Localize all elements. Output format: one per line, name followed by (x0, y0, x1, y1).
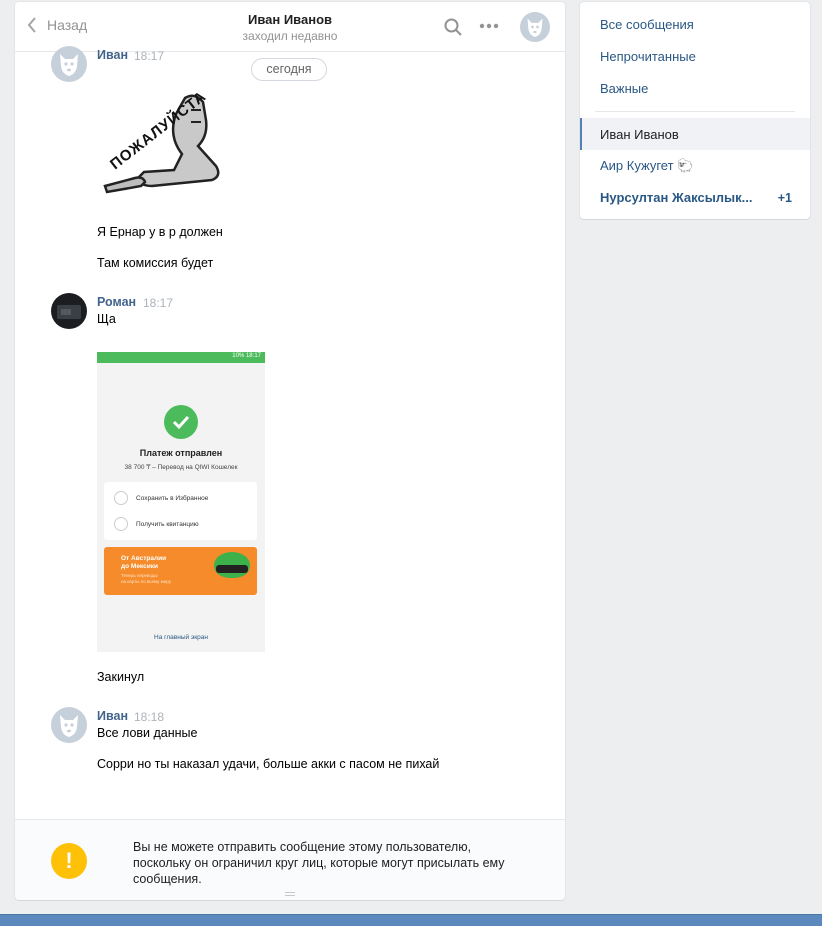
payment-subtitle: 38 700 ₸ – Перевод на QIWI Кошелек (124, 464, 238, 471)
message-time[interactable]: 18:18 (134, 710, 164, 724)
promo-title: От Австралии до Мексики (121, 555, 167, 570)
warning-icon: ! (51, 843, 87, 879)
avatar[interactable] (51, 46, 87, 82)
message-author[interactable]: Иван (97, 709, 128, 723)
dog-avatar-icon (60, 54, 78, 76)
phone-status-bar: 10% 18:17 (97, 352, 265, 363)
peer-status: заходил недавно (242, 29, 338, 43)
message-text: Все лови данные (97, 726, 198, 740)
more-icon[interactable] (479, 23, 499, 29)
payment-title: Платеж отправлен (139, 448, 223, 458)
date-divider: сегодня (251, 58, 327, 81)
chat-header: Назад Иван Иванов заходил недавно (15, 2, 565, 52)
avatar[interactable] (51, 707, 87, 743)
message-text: Закинул (97, 670, 145, 684)
home-screen-link: На главный экран (154, 634, 208, 641)
checkmark-icon (164, 405, 198, 439)
message-text: Сорри но ты наказал удачи, больше акки с… (97, 757, 440, 771)
promo-banner: От Австралии до Мексики Теперь переводы … (104, 547, 257, 595)
promo-subtitle: Теперь переводы на карты по всему миру (121, 573, 171, 584)
dog-avatar-icon (527, 18, 543, 37)
message-text: Я Ернар у в р должен (97, 225, 223, 239)
sunglasses-image (216, 565, 248, 573)
avatar[interactable] (51, 293, 87, 329)
message-author[interactable]: Роман (97, 295, 136, 309)
composer-blocked-notice: ! Вы не можете отправить сообщение этому… (15, 819, 565, 900)
taskbar-strip (0, 914, 822, 926)
message-text: Там комиссия будет (97, 256, 214, 270)
message-author[interactable]: Иван (97, 48, 128, 62)
receipt-label: Получить квитанцию (136, 520, 199, 528)
unread-badge: +1 (777, 191, 792, 205)
favorite-label: Сохранить в Избранное (136, 494, 209, 502)
chat-panel: Назад Иван Иванов заходил недавно сегодн… (15, 2, 565, 900)
phone-status-time: 10% 18:17 (232, 353, 261, 359)
receipt-row: Получить квитанцию (104, 511, 257, 537)
star-icon (114, 491, 128, 505)
nav-all-messages[interactable]: Все сообщения (600, 17, 694, 32)
nav-important[interactable]: Важные (600, 81, 648, 96)
resize-handle-icon[interactable] (285, 892, 295, 896)
photo-attachment[interactable]: 10% 18:17 Платеж отправлен 38 700 ₸ – Пе… (97, 352, 265, 652)
messages-nav: Все сообщения Непрочитанные Важные Иван … (580, 2, 810, 219)
actions-card: Сохранить в Избранное Получить квитанцию (104, 482, 257, 540)
sticker-image[interactable]: ПОЖАЛУЙСТА (97, 80, 233, 200)
message-text: Ща (97, 312, 116, 326)
nav-chat-3[interactable]: Нурсултан Жаксылык... (600, 190, 753, 205)
receipt-icon (114, 517, 128, 531)
photo-avatar-icon (57, 305, 81, 319)
nav-chat-active-label: Иван Иванов (600, 127, 679, 142)
nav-unread[interactable]: Непрочитанные (600, 49, 696, 64)
warning-text: Вы не можете отправить сообщение этому п… (133, 840, 505, 886)
nav-chat-2[interactable]: Аир Кужугет 🐑 (600, 158, 693, 174)
nav-chat-active[interactable]: Иван Иванов (580, 118, 810, 150)
favorite-row: Сохранить в Избранное (104, 485, 257, 511)
dog-avatar-icon (60, 715, 78, 737)
search-icon[interactable] (444, 18, 462, 36)
message-time[interactable]: 18:17 (134, 49, 164, 63)
peer-avatar[interactable] (520, 12, 550, 42)
message-time[interactable]: 18:17 (143, 296, 173, 310)
nav-divider (595, 111, 795, 112)
